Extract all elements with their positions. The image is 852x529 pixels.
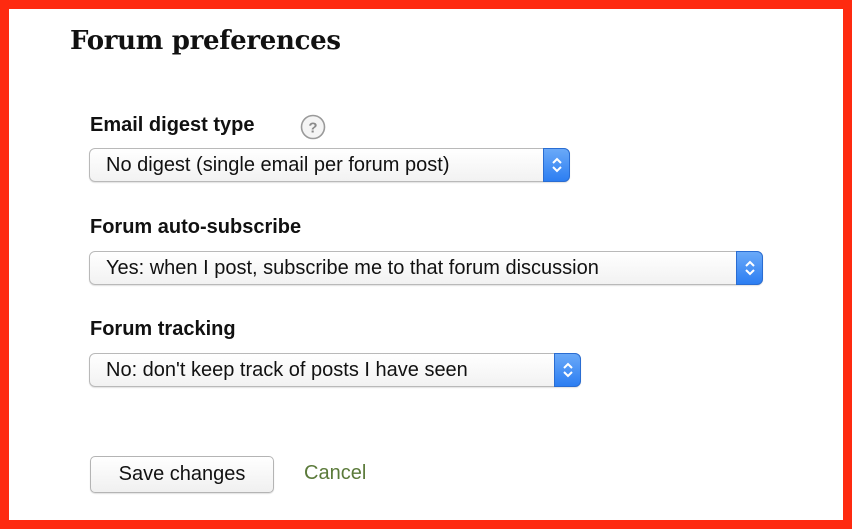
auto-subscribe-label: Forum auto-subscribe (90, 216, 302, 238)
email-digest-label: Email digest type (90, 114, 255, 136)
select-stepper-icon[interactable] (736, 251, 763, 285)
email-digest-value: No digest (single email per forum post) (106, 154, 450, 176)
auto-subscribe-select[interactable]: Yes: when I post, subscribe me to that f… (89, 251, 763, 285)
auto-subscribe-value: Yes: when I post, subscribe me to that f… (106, 257, 599, 279)
tracking-value: No: don't keep track of posts I have see… (106, 359, 468, 381)
page-title: Forum preferences (70, 26, 341, 56)
select-stepper-icon[interactable] (543, 148, 570, 182)
cancel-link[interactable]: Cancel (304, 462, 366, 485)
email-digest-select[interactable]: No digest (single email per forum post) (89, 148, 570, 182)
select-stepper-icon[interactable] (554, 353, 581, 387)
tracking-label: Forum tracking (90, 318, 236, 340)
save-changes-button[interactable]: Save changes (90, 456, 274, 493)
help-icon[interactable]: ? (300, 114, 326, 140)
svg-text:?: ? (308, 120, 317, 137)
tracking-select[interactable]: No: don't keep track of posts I have see… (89, 353, 581, 387)
